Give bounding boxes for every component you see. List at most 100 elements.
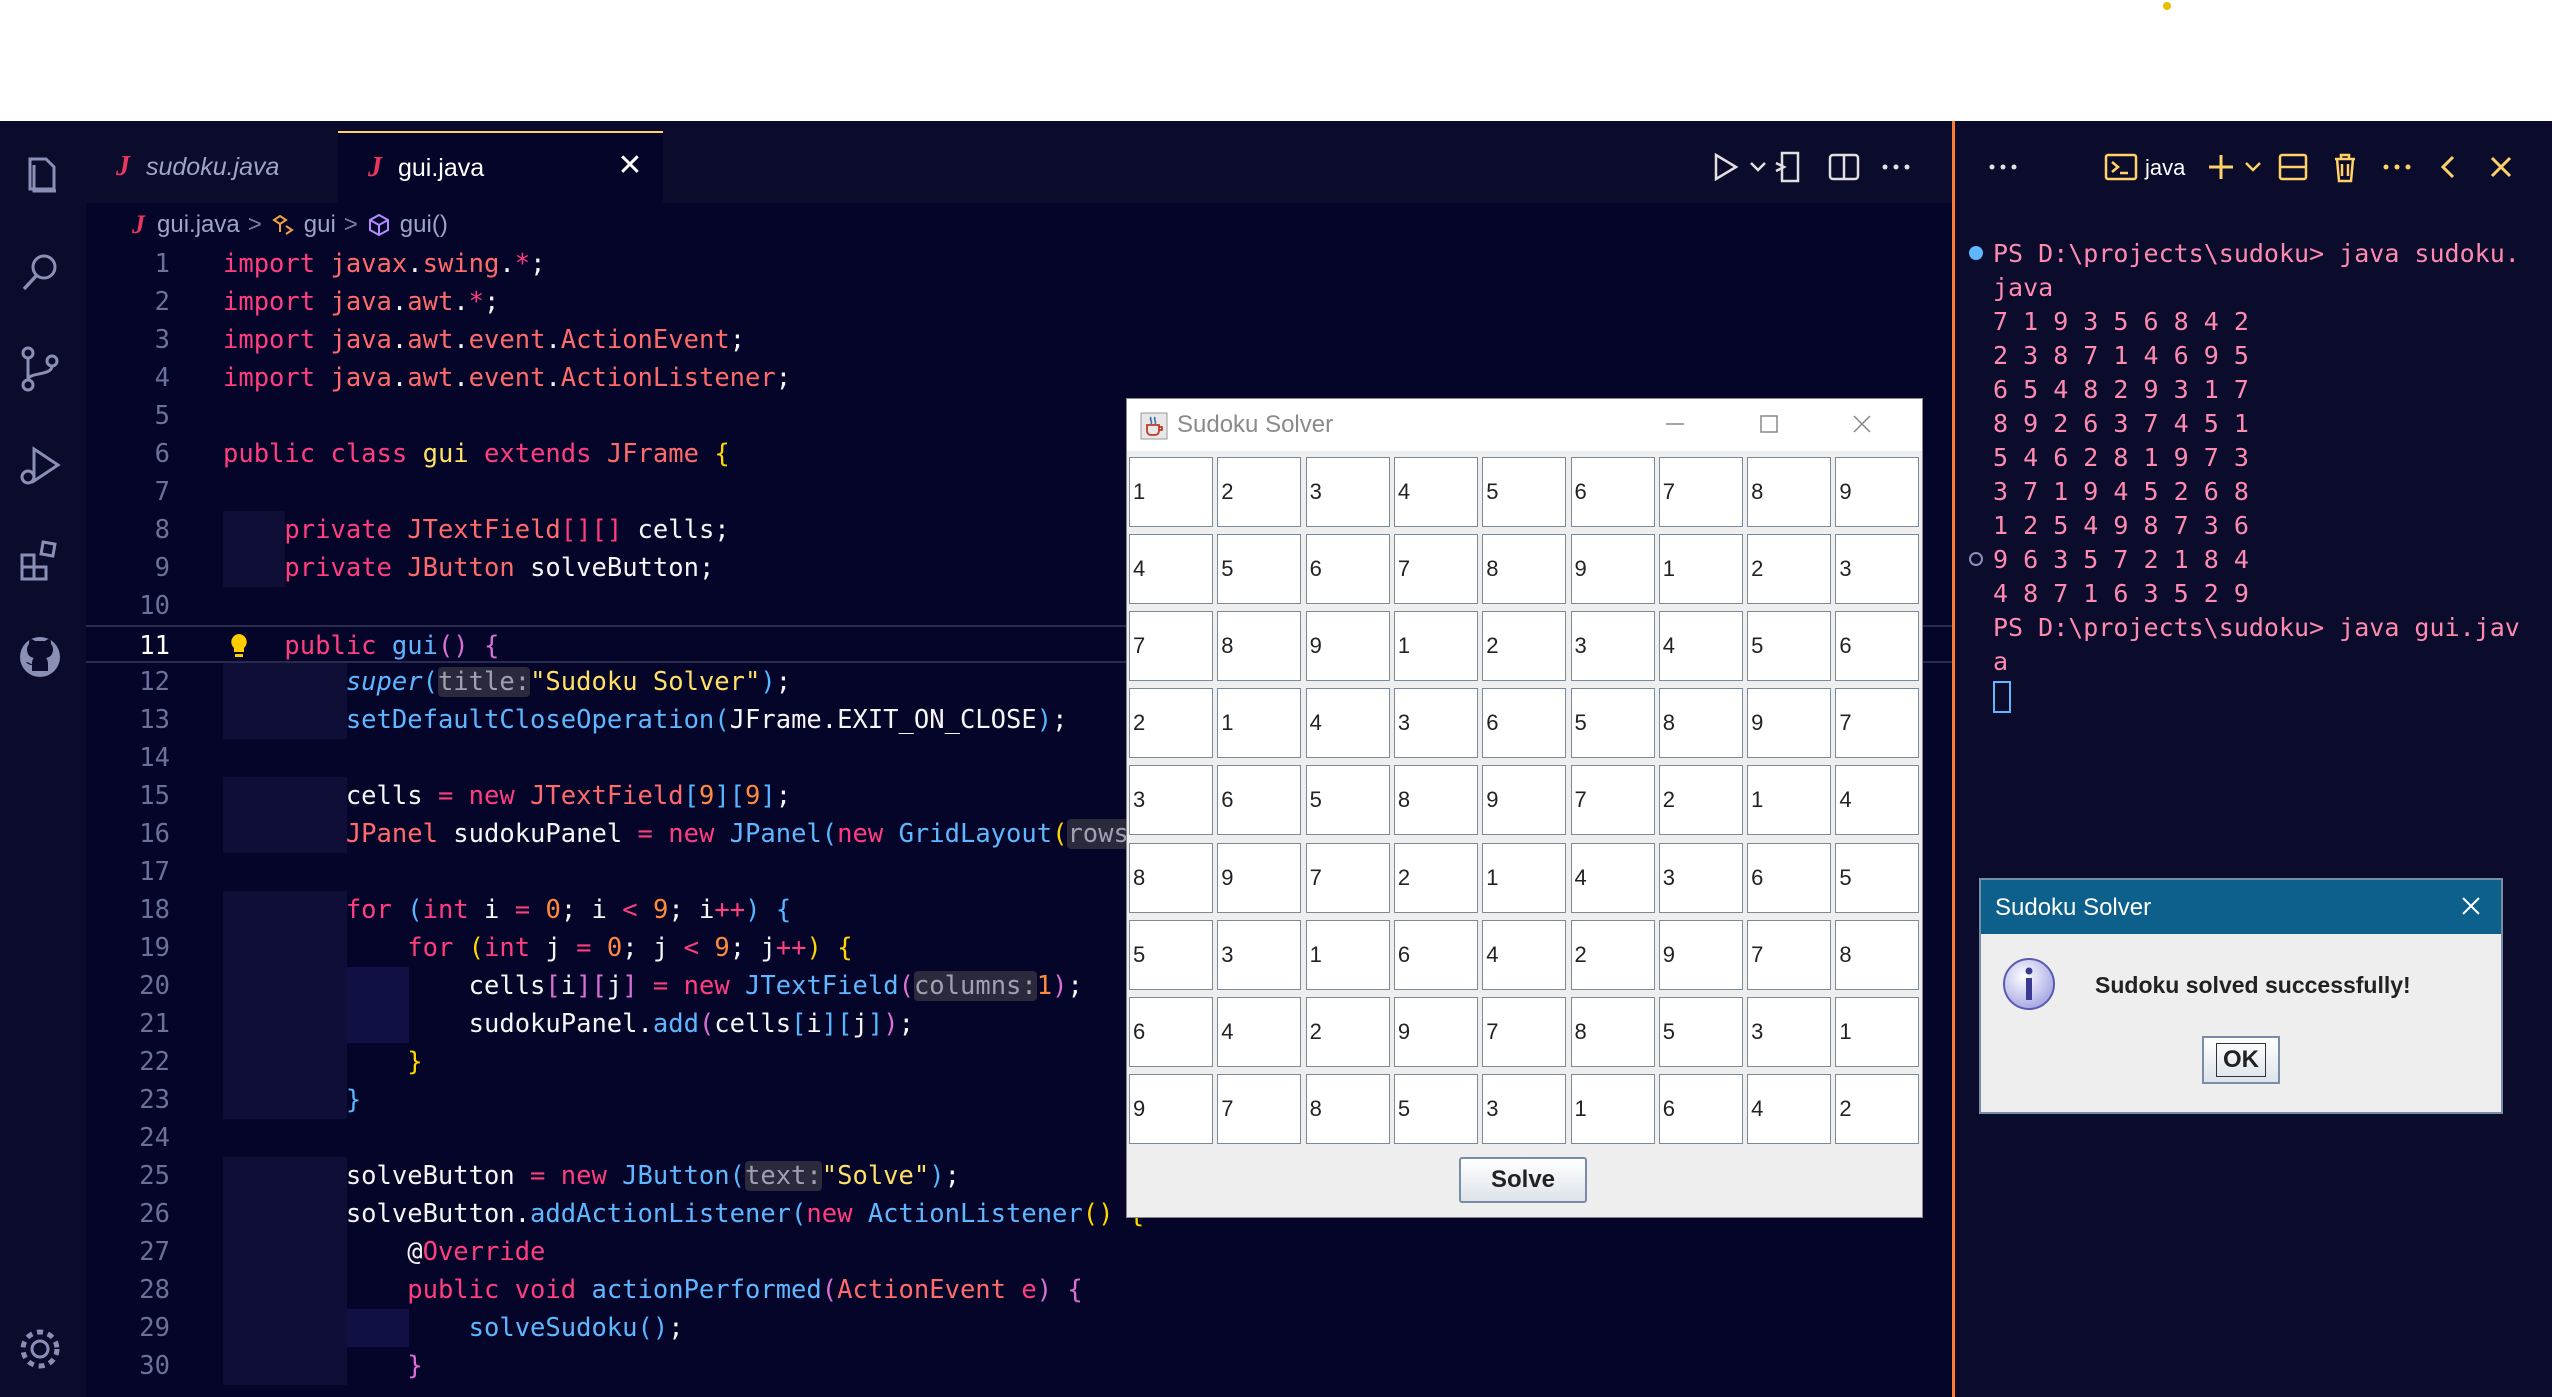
sudoku-cell[interactable]: 7 [1393, 534, 1478, 605]
search-icon[interactable] [14, 247, 66, 299]
sudoku-cell[interactable]: 8 [1305, 1073, 1390, 1144]
sudoku-cell[interactable]: 6 [1217, 765, 1302, 836]
chevron-down-icon[interactable] [1740, 149, 1766, 185]
sudoku-cell[interactable]: 9 [1217, 842, 1302, 913]
sudoku-cell[interactable]: 5 [1570, 688, 1655, 759]
sudoku-cell[interactable]: 6 [1393, 919, 1478, 990]
sudoku-cell[interactable]: 3 [1482, 1073, 1567, 1144]
sudoku-cell[interactable]: 4 [1305, 688, 1390, 759]
code-line[interactable]: 2 import java.awt.*; [86, 283, 1952, 321]
sudoku-cell[interactable]: 4 [1217, 996, 1302, 1067]
sudoku-cell[interactable]: 4 [1747, 1073, 1832, 1144]
chevron-left-icon[interactable] [2431, 149, 2467, 185]
sudoku-cell[interactable]: 2 [1305, 996, 1390, 1067]
sudoku-cell[interactable]: 3 [1747, 996, 1832, 1067]
sudoku-cell[interactable]: 6 [1129, 996, 1213, 1067]
sudoku-cell[interactable]: 9 [1747, 688, 1832, 759]
sudoku-cell[interactable]: 3 [1658, 842, 1743, 913]
sudoku-cell[interactable]: 4 [1835, 765, 1920, 836]
sudoku-cell[interactable]: 4 [1393, 457, 1478, 527]
sudoku-cell[interactable]: 8 [1217, 611, 1302, 682]
sudoku-cell[interactable]: 6 [1305, 534, 1390, 605]
sudoku-cell[interactable]: 3 [1835, 534, 1920, 605]
sudoku-cell[interactable]: 1 [1570, 1073, 1655, 1144]
solve-button[interactable]: Solve [1459, 1157, 1587, 1203]
more-actions-icon[interactable] [1878, 149, 1914, 185]
sudoku-cell[interactable]: 8 [1482, 534, 1567, 605]
run-debug-icon[interactable] [14, 439, 66, 491]
sudoku-cell[interactable]: 5 [1658, 996, 1743, 1067]
sudoku-cell[interactable]: 4 [1658, 611, 1743, 682]
sudoku-cell[interactable]: 5 [1217, 534, 1302, 605]
chevron-down-icon[interactable] [2235, 149, 2261, 185]
sudoku-cell[interactable]: 6 [1482, 688, 1567, 759]
sudoku-cell[interactable]: 2 [1217, 457, 1302, 527]
sudoku-cell[interactable]: 2 [1129, 688, 1213, 759]
terminal-output[interactable]: PS D:\projects\sudoku> java sudoku. java 7… [1993, 237, 2520, 713]
sudoku-cell[interactable]: 2 [1393, 842, 1478, 913]
settings-gear-icon[interactable] [14, 1323, 66, 1375]
sudoku-cell[interactable]: 5 [1129, 919, 1213, 990]
sudoku-cell[interactable]: 9 [1835, 457, 1920, 527]
sudoku-cell[interactable]: 4 [1482, 919, 1567, 990]
sudoku-cell[interactable]: 8 [1658, 688, 1743, 759]
extensions-icon[interactable] [14, 535, 66, 587]
sudoku-cell[interactable]: 8 [1570, 996, 1655, 1067]
code-line[interactable]: 30 } [86, 1347, 1952, 1385]
run-icon[interactable] [1708, 149, 1744, 185]
more-actions-icon[interactable] [2379, 149, 2415, 185]
sudoku-cell[interactable]: 7 [1658, 457, 1743, 527]
sudoku-cell[interactable]: 7 [1217, 1073, 1302, 1144]
sudoku-cell[interactable]: 7 [1570, 765, 1655, 836]
sudoku-cell[interactable]: 8 [1129, 842, 1213, 913]
code-line[interactable]: 29 solveSudoku(); [86, 1309, 1952, 1347]
sudoku-cell[interactable]: 7 [1482, 996, 1567, 1067]
terminal-shell-label[interactable]: java [2145, 155, 2185, 181]
sudoku-cell[interactable]: 4 [1129, 534, 1213, 605]
sudoku-cell[interactable]: 2 [1747, 534, 1832, 605]
ok-button[interactable]: OK [2202, 1036, 2280, 1084]
sudoku-cell[interactable]: 9 [1305, 611, 1390, 682]
window-titlebar[interactable]: Sudoku Solver [1127, 399, 1922, 451]
sudoku-cell[interactable]: 1 [1129, 457, 1213, 527]
sudoku-cell[interactable]: 1 [1217, 688, 1302, 759]
sudoku-cell[interactable]: 5 [1393, 1073, 1478, 1144]
split-editor-icon[interactable] [1826, 149, 1862, 185]
maximize-icon[interactable] [1754, 409, 1784, 439]
minimize-icon[interactable] [1660, 409, 1690, 439]
sudoku-cell[interactable]: 6 [1747, 842, 1832, 913]
tab-gui-java[interactable]: J gui.java ✕ [338, 131, 663, 203]
sudoku-cell[interactable]: 1 [1482, 842, 1567, 913]
sudoku-cell[interactable]: 9 [1658, 919, 1743, 990]
sudoku-cell[interactable]: 6 [1570, 457, 1655, 527]
sudoku-cell[interactable]: 4 [1570, 842, 1655, 913]
sudoku-cell[interactable]: 6 [1835, 611, 1920, 682]
code-line[interactable]: 3 import java.awt.event.ActionEvent; [86, 321, 1952, 359]
dialog-titlebar[interactable]: Sudoku Solver [1981, 880, 2501, 934]
sudoku-cell[interactable]: 7 [1305, 842, 1390, 913]
breadcrumb-file[interactable]: gui.java [157, 211, 240, 239]
sudoku-cell[interactable]: 2 [1658, 765, 1743, 836]
sudoku-cell[interactable]: 7 [1747, 919, 1832, 990]
code-line[interactable]: 1 import javax.swing.*; [86, 245, 1952, 283]
breadcrumb-method[interactable]: gui() [400, 211, 448, 239]
close-icon[interactable] [1847, 409, 1877, 439]
code-line[interactable]: 4 import java.awt.event.ActionListener; [86, 359, 1952, 397]
sudoku-cell[interactable]: 5 [1835, 842, 1920, 913]
explorer-icon[interactable] [14, 151, 66, 203]
code-line[interactable]: 27 @Override [86, 1233, 1952, 1271]
sudoku-cell[interactable]: 2 [1835, 1073, 1920, 1144]
add-terminal-icon[interactable] [2203, 149, 2239, 185]
sudoku-cell[interactable]: 8 [1835, 919, 1920, 990]
sudoku-cell[interactable]: 2 [1570, 919, 1655, 990]
close-panel-icon[interactable] [2483, 149, 2519, 185]
terminal-icon[interactable] [2103, 149, 2139, 185]
code-line[interactable]: 28 public void actionPerformed(ActionEve… [86, 1271, 1952, 1309]
sudoku-cell[interactable]: 5 [1482, 457, 1567, 527]
sudoku-cell[interactable]: 7 [1835, 688, 1920, 759]
sudoku-cell[interactable]: 9 [1129, 1073, 1213, 1144]
split-terminal-icon[interactable] [2275, 149, 2311, 185]
close-icon[interactable] [2457, 892, 2485, 920]
sudoku-cell[interactable]: 9 [1482, 765, 1567, 836]
sudoku-cell[interactable]: 7 [1129, 611, 1213, 682]
